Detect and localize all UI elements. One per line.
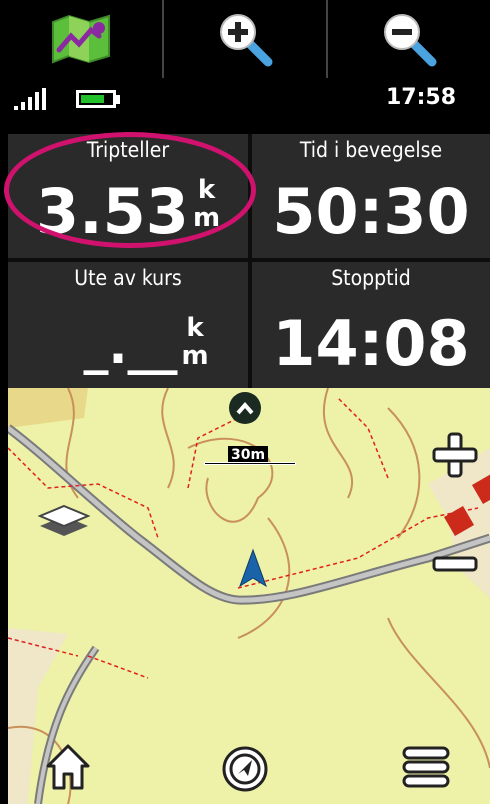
zoom-in-button[interactable] [164, 0, 328, 78]
status-bar: 17:58 [0, 78, 490, 118]
field-off-course[interactable]: Ute av kurs _.__ k m [8, 262, 248, 388]
map-view[interactable]: 30m [8, 388, 490, 804]
field-value: 50:30 [272, 175, 470, 248]
field-moving-time[interactable]: Tid i bevegelse 50:30 [252, 134, 490, 258]
field-label: Tid i bevegelse [299, 138, 443, 162]
battery-level [81, 95, 104, 103]
map-area-sand [8, 388, 88, 428]
minus-icon [432, 556, 478, 572]
home-button[interactable] [42, 740, 94, 796]
field-value-number: _.__ [83, 317, 178, 375]
field-value: 14:08 [272, 307, 470, 380]
expand-fields-button[interactable] [229, 392, 261, 424]
field-label: Ute av kurs [74, 266, 182, 290]
battery-tip [115, 95, 120, 104]
field-value-number: 3.53 [35, 175, 189, 248]
scale-bar: 30m [204, 446, 296, 468]
field-unit: km [181, 313, 209, 371]
chevron-up-icon [236, 401, 254, 415]
layers-icon [37, 504, 91, 536]
zoom-out-icon [384, 14, 437, 67]
home-icon [46, 744, 90, 790]
battery-icon [76, 90, 116, 108]
field-stopped-time[interactable]: Stopptid 14:08 [252, 262, 490, 388]
map-button[interactable] [0, 0, 164, 78]
zoom-out-button[interactable] [328, 0, 490, 78]
zoom-in-icon [220, 14, 273, 67]
field-trip-odometer[interactable]: Tripteller 3.53 k m [8, 134, 248, 258]
clock: 17:58 [385, 85, 456, 110]
field-value: 3.53 k m [8, 176, 248, 248]
navigation-icon [222, 746, 268, 792]
field-unit: km [192, 175, 221, 233]
field-label: Tripteller [86, 138, 170, 162]
plus-icon [432, 432, 478, 478]
navigation-button[interactable] [220, 744, 270, 798]
map-layers-button[interactable] [37, 500, 91, 544]
scale-line [204, 462, 296, 465]
map-zoom-out-button[interactable] [432, 554, 478, 578]
menu-icon [402, 746, 450, 788]
field-label: Stopptid [331, 266, 411, 290]
menu-button[interactable] [400, 742, 452, 796]
field-value: _.__ k m [44, 314, 248, 378]
position-arrow-icon [239, 548, 267, 588]
top-toolbar [0, 0, 490, 78]
map-zoom-in-button[interactable] [432, 432, 478, 482]
data-fields: Tripteller 3.53 k m Tid i bevegelse 50:30 … [8, 134, 490, 388]
map-trail-icon [52, 14, 110, 64]
signal-strength-icon [14, 88, 46, 110]
